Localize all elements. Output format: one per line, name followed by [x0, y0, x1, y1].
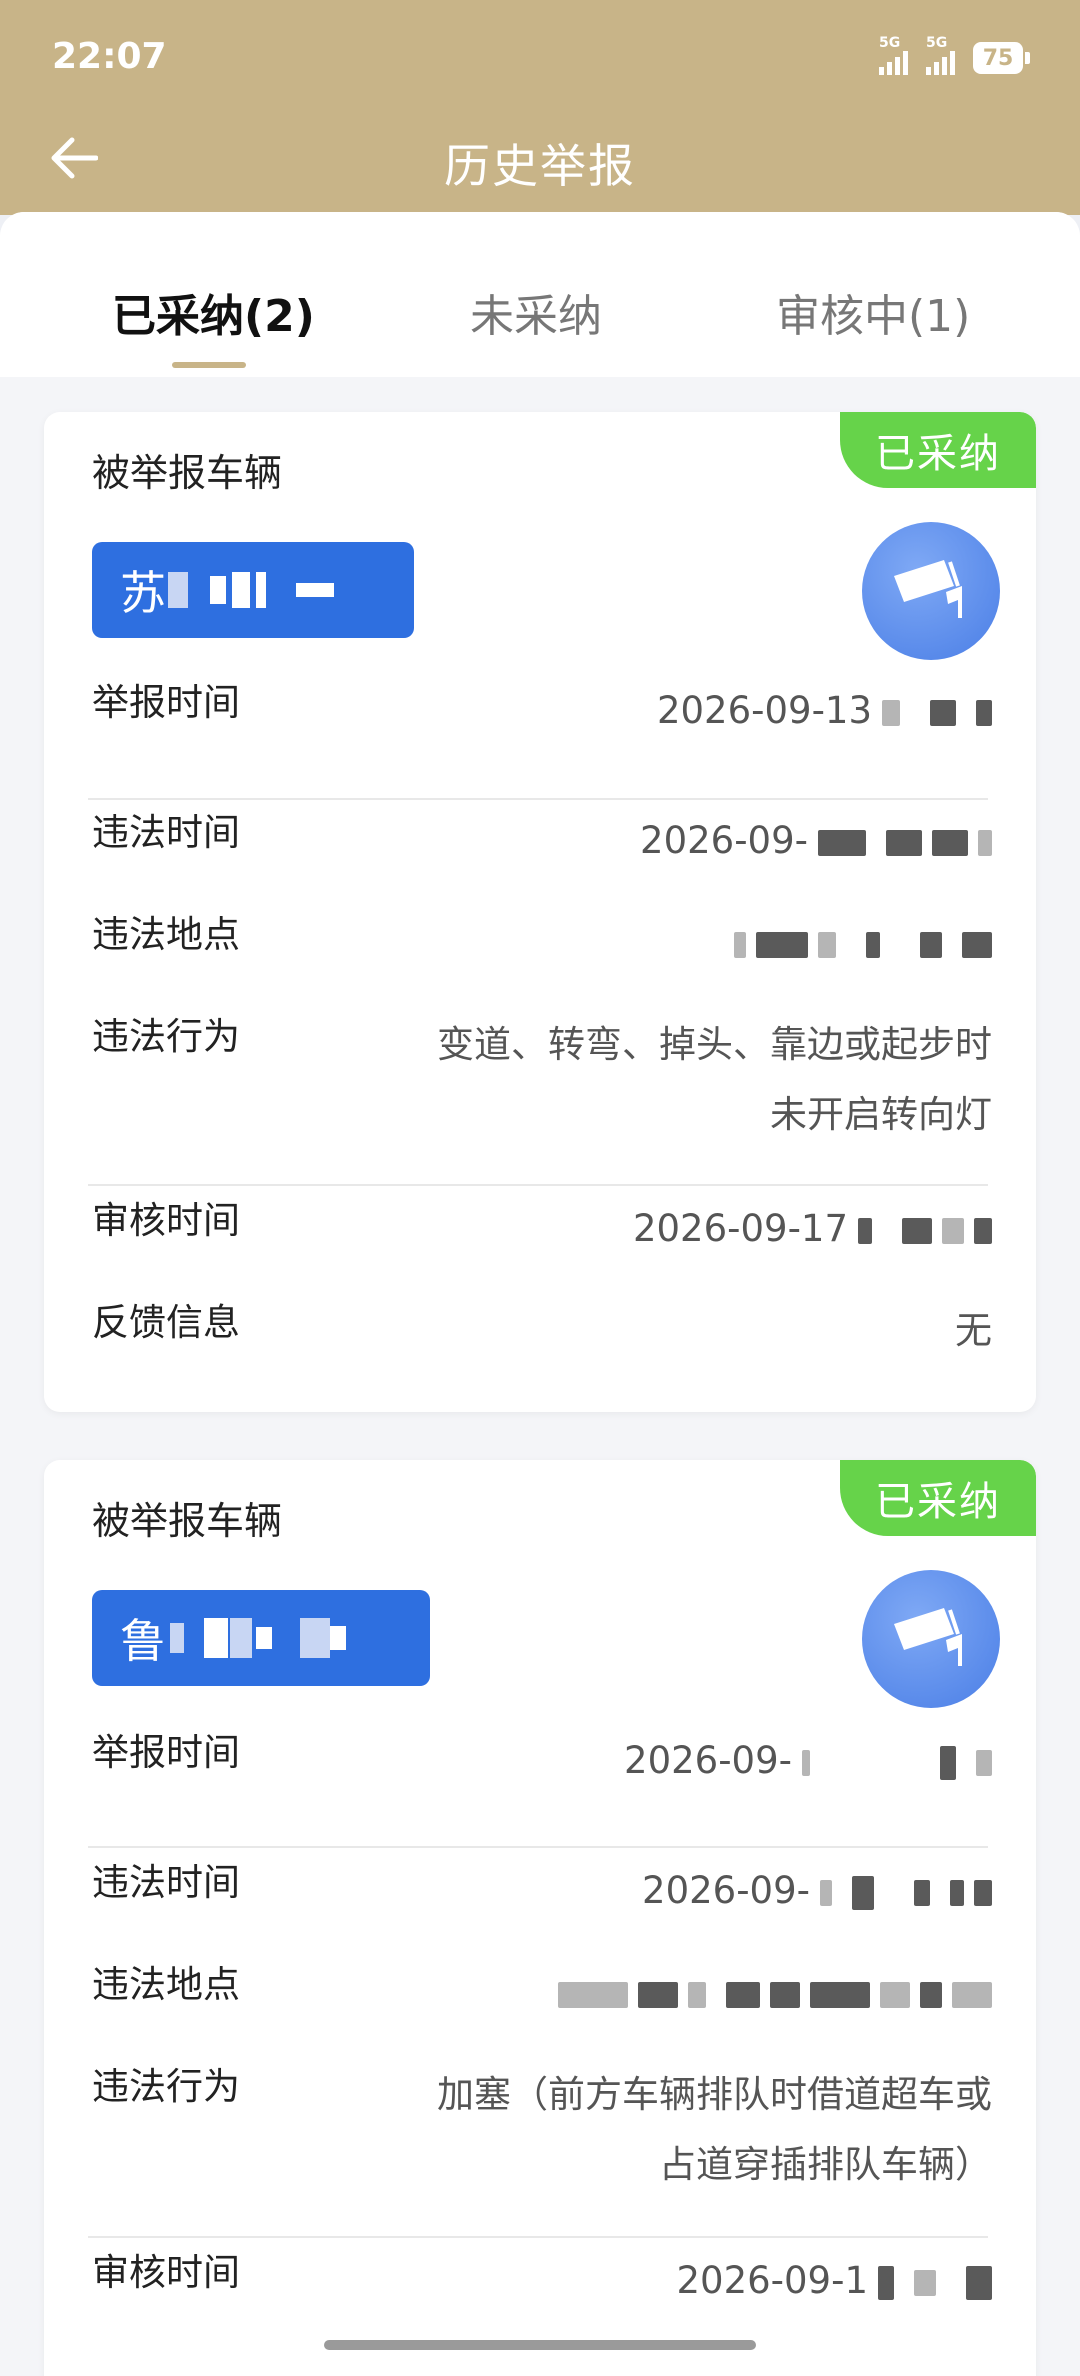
home-indicator[interactable] — [324, 2340, 756, 2350]
report-card[interactable]: 已采纳 被举报车辆 苏 举报时间 2026-09-13 违法时间 2026-09… — [44, 412, 1036, 1412]
violation-act-line2: 占道穿插排队车辆） — [659, 2143, 992, 2186]
vehicle-label: 被举报车辆 — [92, 1499, 283, 1543]
violation-act-line1: 变道、转弯、掉头、靠边或起步时 — [437, 1023, 992, 1066]
app-header: 22:07 5G 5G 75 历史举报 — [0, 0, 1080, 215]
violation-place-row: 违法地点 — [92, 904, 992, 974]
divider — [88, 1184, 988, 1186]
violation-act-line1: 加塞（前方车辆排队时借道超车或 — [437, 2073, 992, 2116]
feedback-value: 无 — [955, 1309, 992, 1352]
camera-icon — [862, 1570, 1000, 1708]
review-time-row: 审核时间 2026-09-1 — [92, 2242, 992, 2312]
report-time-row: 举报时间 2026-09- — [92, 1722, 992, 1792]
license-plate: 苏 — [92, 542, 414, 638]
vehicle-label: 被举报车辆 — [92, 451, 283, 495]
status-badge: 已采纳 — [840, 1460, 1036, 1536]
status-bar: 22:07 5G 5G 75 — [0, 0, 1080, 120]
report-card[interactable]: 已采纳 被举报车辆 鲁 举报时间 2026-09- 违法时间 2026-09- — [44, 1460, 1036, 2376]
tab-not-adopted[interactable]: 未采纳 — [470, 280, 602, 344]
review-time-row: 审核时间 2026-09-17 — [92, 1190, 992, 1260]
signal-icon: 5G — [879, 35, 908, 75]
status-badge: 已采纳 — [840, 412, 1036, 488]
battery-icon: 75 — [973, 42, 1023, 74]
divider — [88, 798, 988, 800]
review-time-value: 2026-09-17 — [632, 1207, 848, 1250]
violation-act-row: 违法行为 加塞（前方车辆排队时借道超车或 占道穿插排队车辆） — [92, 2065, 992, 2186]
violation-time-value: 2026-09- — [640, 819, 808, 862]
battery-tip — [1025, 52, 1030, 64]
report-time-value: 2026-09-13 — [656, 689, 872, 732]
violation-time-value: 2026-09- — [642, 1869, 810, 1912]
main-content: 已采纳(2) 未采纳 审核中(1) 已采纳 被举报车辆 苏 举报时间 2026-… — [0, 212, 1080, 2376]
report-time-row: 举报时间 2026-09-13 — [92, 672, 992, 742]
active-tab-indicator — [172, 362, 246, 368]
review-time-value: 2026-09-1 — [676, 2259, 869, 2302]
divider — [88, 1846, 988, 1848]
signal-icon: 5G — [926, 35, 955, 75]
status-icons: 5G 5G 75 — [879, 35, 1030, 76]
tab-bar: 已采纳(2) 未采纳 审核中(1) — [0, 212, 1080, 377]
feedback-row: 反馈信息 无 — [92, 1292, 992, 1362]
divider — [88, 2236, 988, 2238]
violation-act-line2: 未开启转向灯 — [770, 1093, 992, 1136]
violation-time-row: 违法时间 2026-09- — [92, 802, 992, 872]
tab-under-review[interactable]: 审核中(1) — [776, 280, 970, 344]
report-time-value: 2026-09- — [624, 1739, 792, 1782]
violation-time-row: 违法时间 2026-09- — [92, 1852, 992, 1922]
license-plate: 鲁 — [92, 1590, 430, 1686]
status-time: 22:07 — [52, 36, 167, 77]
camera-icon — [862, 522, 1000, 660]
page-title: 历史举报 — [444, 139, 636, 193]
violation-act-row: 违法行为 变道、转弯、掉头、靠边或起步时 未开启转向灯 — [92, 1015, 992, 1136]
tab-adopted[interactable]: 已采纳(2) — [112, 280, 315, 344]
violation-place-row: 违法地点 — [92, 1954, 992, 2024]
